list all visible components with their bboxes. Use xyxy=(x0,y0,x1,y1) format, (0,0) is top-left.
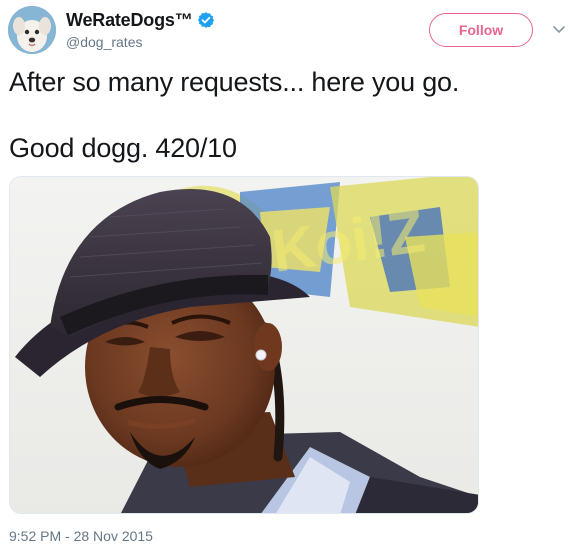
photo-image: Koi!Z xyxy=(10,177,478,513)
display-name-row: WeRateDogs™ xyxy=(66,9,215,31)
tweet-photo[interactable]: Koi!Z xyxy=(9,176,479,514)
dog-avatar-icon xyxy=(8,6,56,54)
follow-button[interactable]: Follow xyxy=(429,13,533,47)
author-handle[interactable]: @dog_rates xyxy=(66,34,215,50)
verified-badge-icon xyxy=(197,11,215,29)
tweet-text-line: After so many requests... here you go. xyxy=(9,67,460,97)
tweet-card: WeRateDogs™ @dog_rates Follow After so m… xyxy=(0,0,578,549)
author-block: WeRateDogs™ @dog_rates xyxy=(66,9,215,50)
tweet-text-line: Good dogg. 420/10 xyxy=(9,133,237,163)
tweet-timestamp[interactable]: 9:52 PM - 28 Nov 2015 xyxy=(9,528,153,544)
tweet-text: After so many requests... here you go. G… xyxy=(9,66,569,165)
author-avatar[interactable] xyxy=(8,6,56,54)
chevron-down-icon[interactable] xyxy=(552,25,566,35)
display-name[interactable]: WeRateDogs™ xyxy=(66,10,193,31)
